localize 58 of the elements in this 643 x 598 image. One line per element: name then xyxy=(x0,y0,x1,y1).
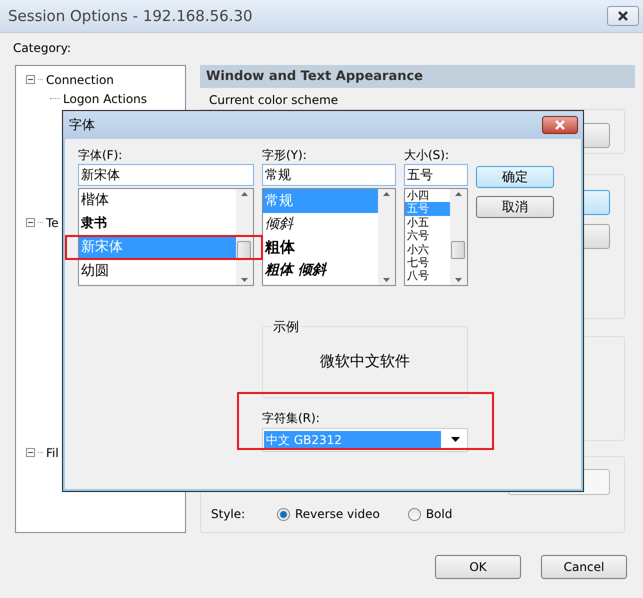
close-button[interactable] xyxy=(607,6,639,26)
font-list-item[interactable]: 楷体 xyxy=(79,189,236,212)
close-icon xyxy=(554,120,566,130)
window-title: Session Options - 192.168.56.30 xyxy=(8,7,253,25)
scrollbar[interactable] xyxy=(378,189,395,285)
radio-option[interactable]: Bold xyxy=(408,507,452,521)
style-label: Style: xyxy=(211,507,246,521)
font-field[interactable]: 新宋体 xyxy=(78,164,254,186)
close-button[interactable] xyxy=(542,116,578,134)
caret-icon xyxy=(451,437,460,442)
close-icon xyxy=(617,11,629,21)
scroll-thumb[interactable] xyxy=(451,241,465,259)
scrollbar[interactable] xyxy=(236,189,253,285)
radio-icon[interactable] xyxy=(277,508,290,520)
tree-item[interactable]: Te xyxy=(46,216,59,230)
tree-item[interactable]: Logon Actions xyxy=(63,92,148,106)
tree-item[interactable]: Fil xyxy=(46,446,59,460)
size-field[interactable]: 五号 xyxy=(404,164,468,186)
style-label: 字形(Y): xyxy=(262,147,308,164)
size-list-item[interactable]: 小六 xyxy=(405,242,450,256)
collapse-icon[interactable] xyxy=(26,448,35,457)
scroll-down-icon[interactable] xyxy=(241,278,248,282)
radio-option[interactable]: Reverse video xyxy=(277,507,380,521)
size-list-item[interactable]: 六号 xyxy=(405,229,450,243)
size-list-item[interactable]: 七号 xyxy=(405,256,450,270)
color-scheme-label: Current color scheme xyxy=(209,94,340,107)
cancel-button[interactable]: Cancel xyxy=(541,555,627,579)
scrollbar[interactable] xyxy=(450,189,467,285)
ok-button[interactable]: 确定 xyxy=(476,166,554,188)
style-list-item[interactable]: 倾斜 xyxy=(263,213,378,236)
sample-label: 示例 xyxy=(271,318,301,336)
style-list-item[interactable]: 粗体 倾斜 xyxy=(263,259,378,282)
scroll-up-icon[interactable] xyxy=(383,192,390,196)
size-list-item[interactable]: 八号 xyxy=(405,269,450,283)
scroll-down-icon[interactable] xyxy=(383,278,390,282)
ok-button[interactable]: OK xyxy=(435,555,521,579)
collapse-icon[interactable] xyxy=(26,75,35,84)
font-label: 字体(F): xyxy=(78,147,124,164)
size-list-item[interactable]: 小四 xyxy=(405,189,450,202)
dialog-title: 字体 xyxy=(69,117,95,134)
font-list-item[interactable]: 幼圆 xyxy=(79,260,236,283)
radio-icon[interactable] xyxy=(408,508,421,520)
collapse-icon[interactable] xyxy=(26,218,35,227)
size-list-item[interactable]: 小五 xyxy=(405,216,450,230)
scroll-thumb[interactable] xyxy=(237,241,251,259)
tree-item[interactable]: Connection xyxy=(46,72,114,86)
charset-label: 字符集(R): xyxy=(262,410,321,426)
scroll-up-icon[interactable] xyxy=(241,192,248,196)
scroll-up-icon[interactable] xyxy=(455,192,462,196)
sample-text: 微软中文软件 xyxy=(320,352,410,371)
style-list-item[interactable]: 粗体 xyxy=(263,236,378,259)
font-list-item[interactable]: 隶书 xyxy=(79,212,236,235)
style-field[interactable]: 常规 xyxy=(262,164,396,186)
cancel-button[interactable]: 取消 xyxy=(476,196,554,218)
size-label: 大小(S): xyxy=(404,147,450,164)
section-title: Window and Text Appearance xyxy=(206,69,423,84)
scroll-down-icon[interactable] xyxy=(455,278,462,282)
category-label: Category: xyxy=(13,41,72,57)
